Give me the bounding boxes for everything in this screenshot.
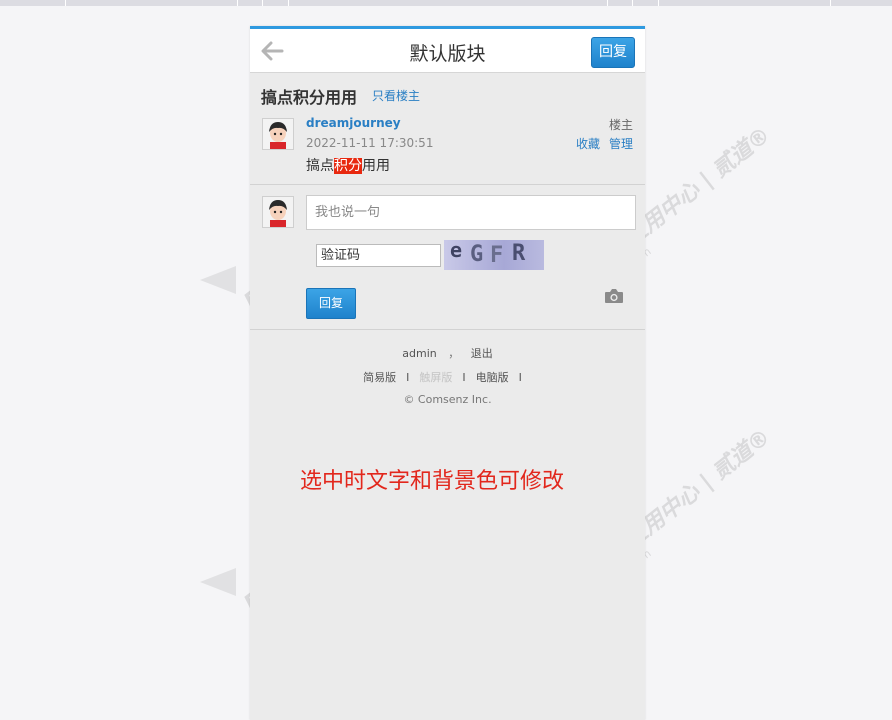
footer-comma: ， (448, 347, 460, 360)
watermark-arrow-icon (200, 266, 236, 294)
divider (250, 329, 645, 330)
only-op-link[interactable]: 只看楼主 (372, 87, 420, 104)
browser-top-strip (0, 0, 892, 6)
watermark-arrow-icon (200, 568, 236, 596)
thread-title: 搞点积分用用 (261, 88, 358, 107)
captcha-char: F (490, 243, 504, 268)
footer-separator: I (462, 371, 466, 384)
reply-input[interactable] (306, 195, 636, 230)
copyright: © Comsenz Inc. (403, 393, 492, 406)
captcha-char: G (470, 242, 484, 267)
footer-separator: I (518, 371, 522, 384)
footer-separator: I (406, 371, 410, 384)
reply-button[interactable]: 回复 (591, 37, 635, 68)
header-bar: 默认版块 回复 (250, 29, 645, 73)
annotation-text: 选中时文字和背景色可修改 (300, 469, 565, 494)
post-time: 2022-11-11 17:30:51 (306, 136, 434, 150)
post-text: 搞点 (306, 158, 334, 174)
camera-icon[interactable] (604, 288, 624, 304)
captcha-image[interactable]: e G F R (444, 240, 544, 270)
touch-version-link[interactable]: 触屏版 (419, 371, 452, 384)
captcha-char: e (450, 240, 463, 262)
user-avatar-icon (263, 119, 293, 149)
floor-label: 楼主 (608, 118, 633, 132)
favorite-link[interactable]: 收藏 (576, 135, 600, 152)
footer-version-links: 简易版 I 触屏版 I 电脑版 I (250, 369, 645, 385)
captcha-input[interactable] (316, 244, 441, 267)
post-text: 用用 (362, 158, 390, 174)
divider (250, 184, 645, 185)
logout-link[interactable]: 退出 (471, 347, 493, 360)
desktop-version-link[interactable]: 电脑版 (476, 371, 509, 384)
footer-user-line: admin ， 退出 (250, 345, 645, 361)
mobile-page: 默认版块 回复 搞点积分用用 只看楼主 dreamjourney 2022-11… (250, 26, 645, 720)
user-avatar-icon (263, 197, 293, 227)
page-title: 默认版块 (409, 43, 486, 65)
selected-text: 积分 (334, 158, 362, 174)
submit-reply-button[interactable]: 回复 (306, 288, 356, 319)
manage-link[interactable]: 管理 (609, 135, 633, 152)
avatar (262, 196, 294, 228)
author-name[interactable]: dreamjourney (306, 116, 401, 130)
footer-username-link[interactable]: admin (402, 347, 436, 360)
captcha-char: R (512, 241, 526, 266)
post-content: 搞点积分用用 (306, 155, 390, 175)
avatar[interactable] (262, 118, 294, 150)
simple-version-link[interactable]: 简易版 (363, 371, 396, 384)
